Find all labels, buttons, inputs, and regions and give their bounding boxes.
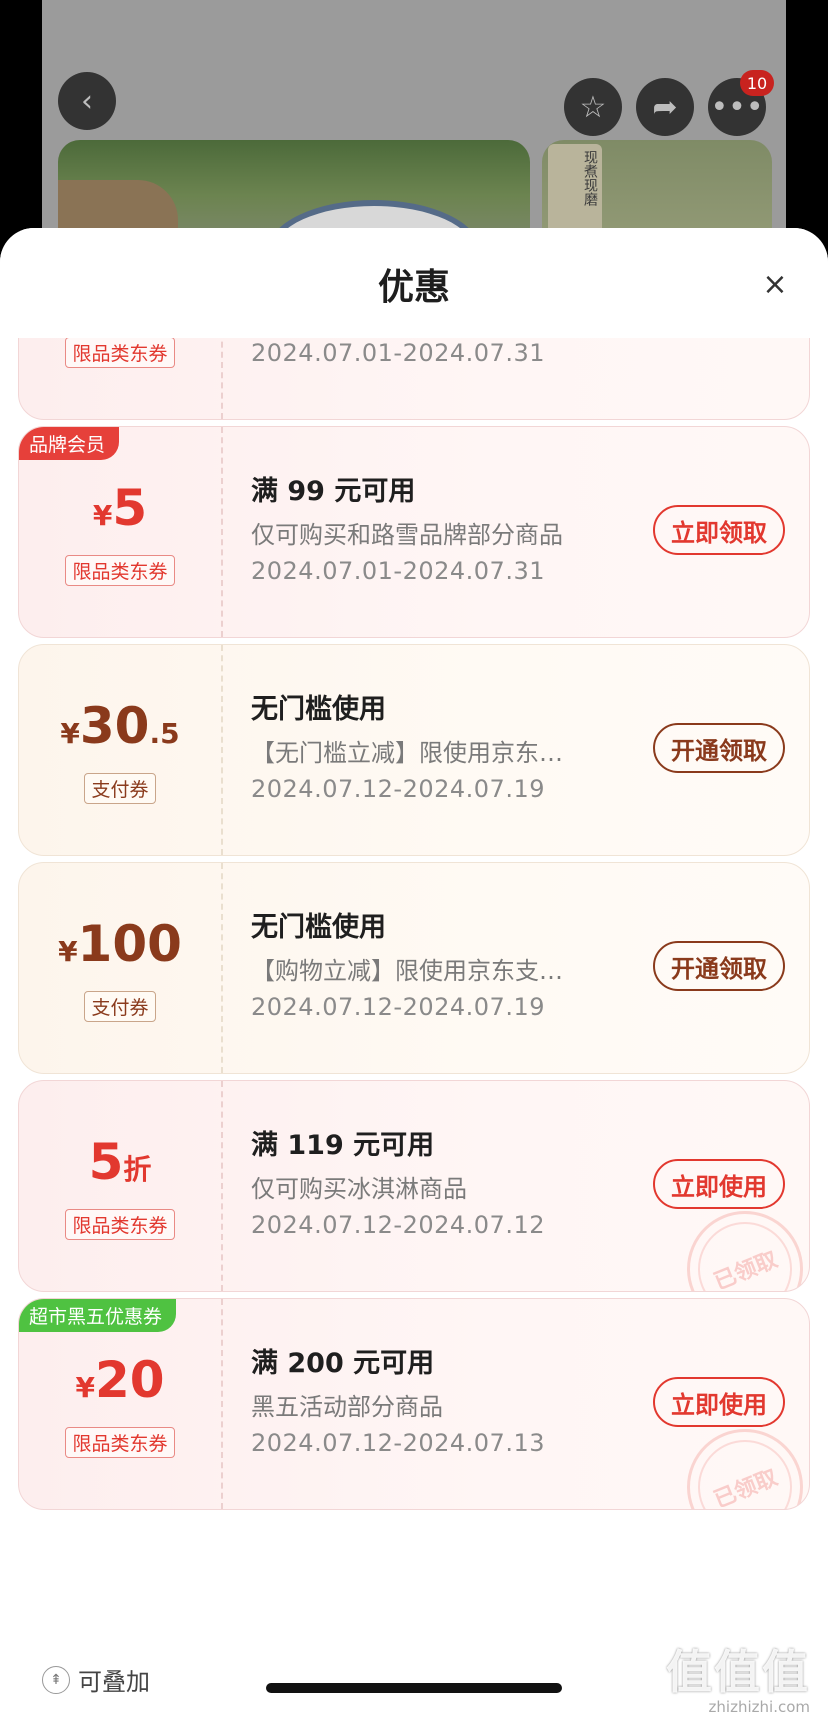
coupon-divider [221, 338, 223, 419]
coupon-corner-badge: 超市黑五优惠券 [19, 1299, 177, 1332]
coupon-condition: 无门槛使用 [251, 694, 386, 725]
coupon-value-section: 5折限品类东券 [19, 1081, 221, 1291]
watermark: 值值值 zhizhizhi.com [666, 1636, 810, 1716]
coupon-action-button[interactable]: 立即使用 [653, 1377, 785, 1427]
favorite-button[interactable]: ☆ [564, 78, 622, 136]
share-button[interactable]: ➦ [636, 78, 694, 136]
coupon-amount: ¥30.5 [19, 697, 221, 755]
coupon-type-tag: 限品类东券 [65, 555, 175, 586]
coupon-condition: 满 99 元可用 [251, 476, 416, 507]
coupon-card: 限品类东券仅可购买和路雪品牌部分商品2024.07.01-2024.07.31立… [18, 338, 810, 420]
amount-value: 20 [94, 1351, 165, 1409]
more-button[interactable]: ••• 10 [708, 70, 774, 136]
coupon-info: 无门槛使用【无门槛立减】限使用京东… 2024.07.12-2024.07.19 [251, 687, 563, 803]
amount-value: 30 [79, 697, 150, 755]
share-icon: ➦ [652, 89, 678, 125]
coupon-validity: 2024.07.01-2024.07.31 [251, 557, 545, 585]
coupon-description: 仅可购买冰淇淋商品 [251, 1175, 467, 1203]
currency-symbol: ¥ [60, 717, 80, 750]
sheet-header: 优惠 × [0, 228, 828, 338]
star-icon: ☆ [579, 89, 607, 125]
coupon-divider [221, 1299, 223, 1509]
coupon-condition: 无门槛使用 [251, 912, 386, 943]
coupon-description: 【购物立减】限使用京东支… [251, 957, 563, 985]
currency-symbol: ¥ [58, 935, 78, 968]
coupon-info: 无门槛使用【购物立减】限使用京东支… 2024.07.12-2024.07.19 [251, 905, 563, 1021]
coupon-value-section: ¥100 支付券 [19, 863, 221, 1073]
coupon-validity: 2024.07.01-2024.07.31 [251, 339, 545, 367]
coupon-corner-badge: 品牌会员 [19, 427, 120, 460]
coupon-amount: 5折 [19, 1133, 221, 1191]
coupon-divider [221, 427, 223, 637]
watermark-logo: 值值值 [666, 1645, 810, 1699]
amount-unit: 折 [123, 1153, 152, 1186]
coupon-divider [221, 645, 223, 855]
coupon-amount: ¥5 [19, 479, 221, 537]
coupon-type-tag: 限品类东券 [65, 1209, 175, 1240]
stack-icon: ⇞ [42, 1665, 70, 1694]
currency-symbol: ¥ [92, 499, 113, 532]
coupon-card: 5折 限品类东券满 119 元可用 仅可购买冰淇淋商品 2024.07.12-2024… [18, 1080, 810, 1292]
coupon-card: ¥20 限品类东券 超市黑五优惠券满 200 元可用 黑五活动部分商品 2024.07.… [18, 1298, 810, 1510]
coupon-type-tag: 支付券 [84, 773, 156, 804]
close-button[interactable]: × [762, 270, 788, 300]
stackable-label: 可叠加 [78, 1668, 150, 1696]
coupon-card: ¥100 支付券 无门槛使用【购物立减】限使用京东支… 2024.07.12-2024… [18, 862, 810, 1074]
coupon-divider [221, 863, 223, 1073]
coupon-divider [221, 1081, 223, 1291]
coupon-value-section: ¥30.5 支付券 [19, 645, 221, 855]
close-icon: × [762, 267, 788, 302]
back-button[interactable]: ‹ [58, 72, 116, 130]
amount-value: 5 [88, 1133, 124, 1191]
coupon-condition: 满 200 元可用 [251, 1348, 435, 1379]
home-indicator [266, 1683, 562, 1693]
chevron-left-icon: ‹ [81, 83, 93, 119]
coupon-validity: 2024.07.12-2024.07.19 [251, 775, 545, 803]
coupon-sheet: 优惠 × 限品类东券仅可购买和路雪品牌部分商品2024.07.01-2024.0… [0, 228, 828, 1717]
coupon-card: ¥30.5 支付券 无门槛使用【无门槛立减】限使用京东… 2024.07.12-202… [18, 644, 810, 856]
coupon-amount: ¥20 [19, 1351, 221, 1409]
coupon-action-button[interactable]: 立即使用 [653, 1159, 785, 1209]
coupon-list[interactable]: 限品类东券仅可购买和路雪品牌部分商品2024.07.01-2024.07.31立… [0, 338, 828, 1648]
coupon-description: 黑五活动部分商品 [251, 1393, 443, 1421]
coupon-action-button[interactable]: 开通领取 [653, 723, 785, 773]
coupon-type-tag: 限品类东券 [65, 1427, 175, 1458]
coupon-info: 仅可购买和路雪品牌部分商品2024.07.01-2024.07.31 [251, 338, 563, 367]
coupon-validity: 2024.07.12-2024.07.13 [251, 1429, 545, 1457]
coupon-type-tag: 支付券 [84, 991, 156, 1022]
currency-symbol: ¥ [75, 1371, 95, 1404]
coupon-validity: 2024.07.12-2024.07.19 [251, 993, 545, 1021]
amount-decimal: .5 [149, 717, 180, 750]
coupon-info: 满 200 元可用 黑五活动部分商品 2024.07.12-2024.07.13 [251, 1341, 545, 1457]
sheet-title: 优惠 [377, 267, 450, 308]
coupon-description: 仅可购买和路雪品牌部分商品 [251, 521, 563, 549]
amount-value: 100 [77, 915, 182, 973]
coupon-type-tag: 限品类东券 [65, 338, 175, 368]
coupon-card: ¥5 限品类东券 品牌会员满 99 元可用仅可购买和路雪品牌部分商品 2024.07.… [18, 426, 810, 638]
coupon-description: 【无门槛立减】限使用京东… [251, 739, 563, 767]
coupon-info: 满 119 元可用仅可购买冰淇淋商品 2024.07.12-2024.07.12 [251, 1123, 545, 1239]
coupon-action-button[interactable]: 开通领取 [653, 941, 785, 991]
coupon-condition: 满 119 元可用 [251, 1130, 435, 1161]
notification-badge: 10 [740, 70, 774, 96]
coupon-action-button[interactable]: 立即领取 [653, 505, 785, 555]
coupon-value-section: 限品类东券 [19, 338, 221, 419]
coupon-info: 满 99 元可用仅可购买和路雪品牌部分商品 2024.07.01-2024.07.… [251, 469, 563, 585]
stackable-filter[interactable]: ⇞ 可叠加 [42, 1662, 150, 1697]
amount-value: 5 [112, 479, 148, 537]
coupon-amount: ¥100 [19, 915, 221, 973]
coupon-validity: 2024.07.12-2024.07.12 [251, 1211, 545, 1239]
